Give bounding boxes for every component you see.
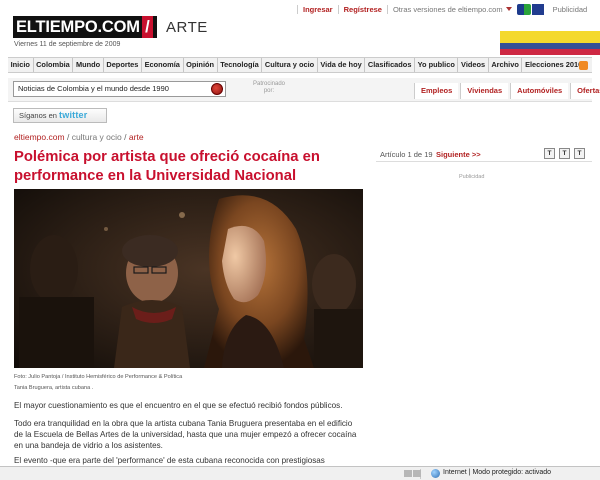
twitter-logo: twitter: [59, 110, 88, 120]
search-row: Noticias de Colombia y el mundo desde 19…: [8, 78, 600, 102]
login-link[interactable]: Ingresar: [297, 4, 339, 14]
text-size-large-button[interactable]: T: [574, 148, 585, 159]
article-paragraph: Todo era tranquilidad en la obra que la …: [14, 419, 357, 450]
sponsor-label: Patrocinado por:: [252, 81, 286, 94]
article-lead: El mayor cuestionamiento es que el encue…: [14, 401, 343, 410]
register-link[interactable]: Regístrese: [339, 4, 388, 14]
article-count: Artículo 1 de 19: [380, 150, 433, 159]
article-photo: [14, 189, 363, 368]
twitter-follow-label: Síganos en: [19, 111, 57, 120]
page-date: Viernes 11 de septiembre de 2009: [14, 41, 121, 48]
next-article-link[interactable]: Siguiente >>: [436, 150, 481, 159]
nav-item-economia[interactable]: Economía: [142, 58, 184, 72]
nav-item-inicio[interactable]: Inicio: [8, 58, 34, 72]
breadcrumb-cultura[interactable]: cultura y ocio: [72, 132, 122, 142]
breadcrumb-separator: /: [66, 132, 70, 142]
tab-automoviles[interactable]: Automóviles: [510, 83, 569, 99]
status-shield-icon: [413, 470, 421, 477]
logo-slash: /: [141, 16, 153, 38]
article-pager: Artículo 1 de 19 Siguiente >> T T T: [376, 147, 592, 162]
top-links: Ingresar Regístrese Otras versiones de e…: [297, 2, 592, 16]
chevron-down-icon: [505, 7, 512, 11]
section-title: ARTE: [166, 19, 208, 36]
nav-item-yo-publico[interactable]: Yo publico: [415, 58, 459, 72]
site-logo[interactable]: ELTIEMPO.COM /: [13, 16, 157, 38]
tab-empleos[interactable]: Empleos: [414, 83, 459, 99]
nav-item-vida-de-hoy[interactable]: Vida de hoy: [318, 58, 366, 72]
nav-item-cultura[interactable]: Cultura y ocio: [262, 58, 318, 72]
tab-ofertas[interactable]: Ofertas: [570, 83, 600, 99]
article-paragraph: El evento -que era parte del 'performanc…: [14, 456, 325, 465]
search-go-icon[interactable]: [211, 83, 223, 95]
photo-caption: Tania Bruguera, artista cubana .: [14, 385, 94, 391]
ad-label: Publicidad: [459, 174, 485, 180]
text-size-small-button[interactable]: T: [544, 148, 555, 159]
search-input[interactable]: Noticias de Colombia y el mundo desde 19…: [13, 81, 226, 97]
ads-label: Publicidad: [552, 4, 588, 14]
site-header: ELTIEMPO.COM / ARTE Viernes 11 de septiem…: [0, 0, 600, 56]
breadcrumb-separator: /: [124, 132, 127, 142]
security-zone-label: Internet | Modo protegido: activado: [443, 469, 552, 476]
citytv-icon[interactable]: [531, 3, 544, 15]
breadcrumb-current[interactable]: arte: [129, 132, 144, 142]
article-title: Polémica por artista que ofreció cocaína…: [14, 149, 320, 184]
nav-item-elecciones[interactable]: Elecciones 2010: [522, 58, 584, 72]
internet-zone-icon: [431, 469, 440, 478]
classifieds-tabs: Empleos Viviendas Automóviles Ofertas: [412, 83, 600, 99]
article-photo-image: [14, 189, 363, 368]
browser-status-bar: Internet | Modo protegido: activado: [0, 466, 600, 480]
main-navigation: Inicio Colombia Mundo Deportes Economía …: [8, 57, 592, 73]
rss-icon[interactable]: [579, 61, 588, 70]
search-input-value: Noticias de Colombia y el mundo desde 19…: [18, 84, 169, 93]
breadcrumb: eltiempo.com / cultura y ocio / arte: [14, 132, 144, 142]
nav-item-archivo[interactable]: Archivo: [489, 58, 523, 72]
nav-item-videos[interactable]: Videos: [458, 58, 489, 72]
nav-item-colombia[interactable]: Colombia: [34, 58, 74, 72]
tab-viviendas[interactable]: Viviendas: [460, 83, 509, 99]
tv-channel-icon[interactable]: [516, 3, 531, 15]
status-lock-icon: [404, 470, 412, 477]
nav-item-opinion[interactable]: Opinión: [184, 58, 218, 72]
text-size-medium-button[interactable]: T: [559, 148, 570, 159]
nav-item-tecnologia[interactable]: Tecnología: [218, 58, 263, 72]
colombia-flag-banner: [500, 31, 600, 55]
photo-credit: Foto: Julio Pantoja / Instituto Hemisfér…: [14, 374, 183, 380]
nav-item-deportes[interactable]: Deportes: [104, 58, 142, 72]
nav-item-clasificados[interactable]: Clasificados: [365, 58, 416, 72]
twitter-follow-button[interactable]: Síganos en twitter: [13, 108, 107, 123]
nav-item-mundo[interactable]: Mundo: [73, 58, 104, 72]
other-versions-link[interactable]: Otras versiones de eltiempo.com: [388, 5, 517, 14]
breadcrumb-home[interactable]: eltiempo.com: [14, 132, 65, 142]
